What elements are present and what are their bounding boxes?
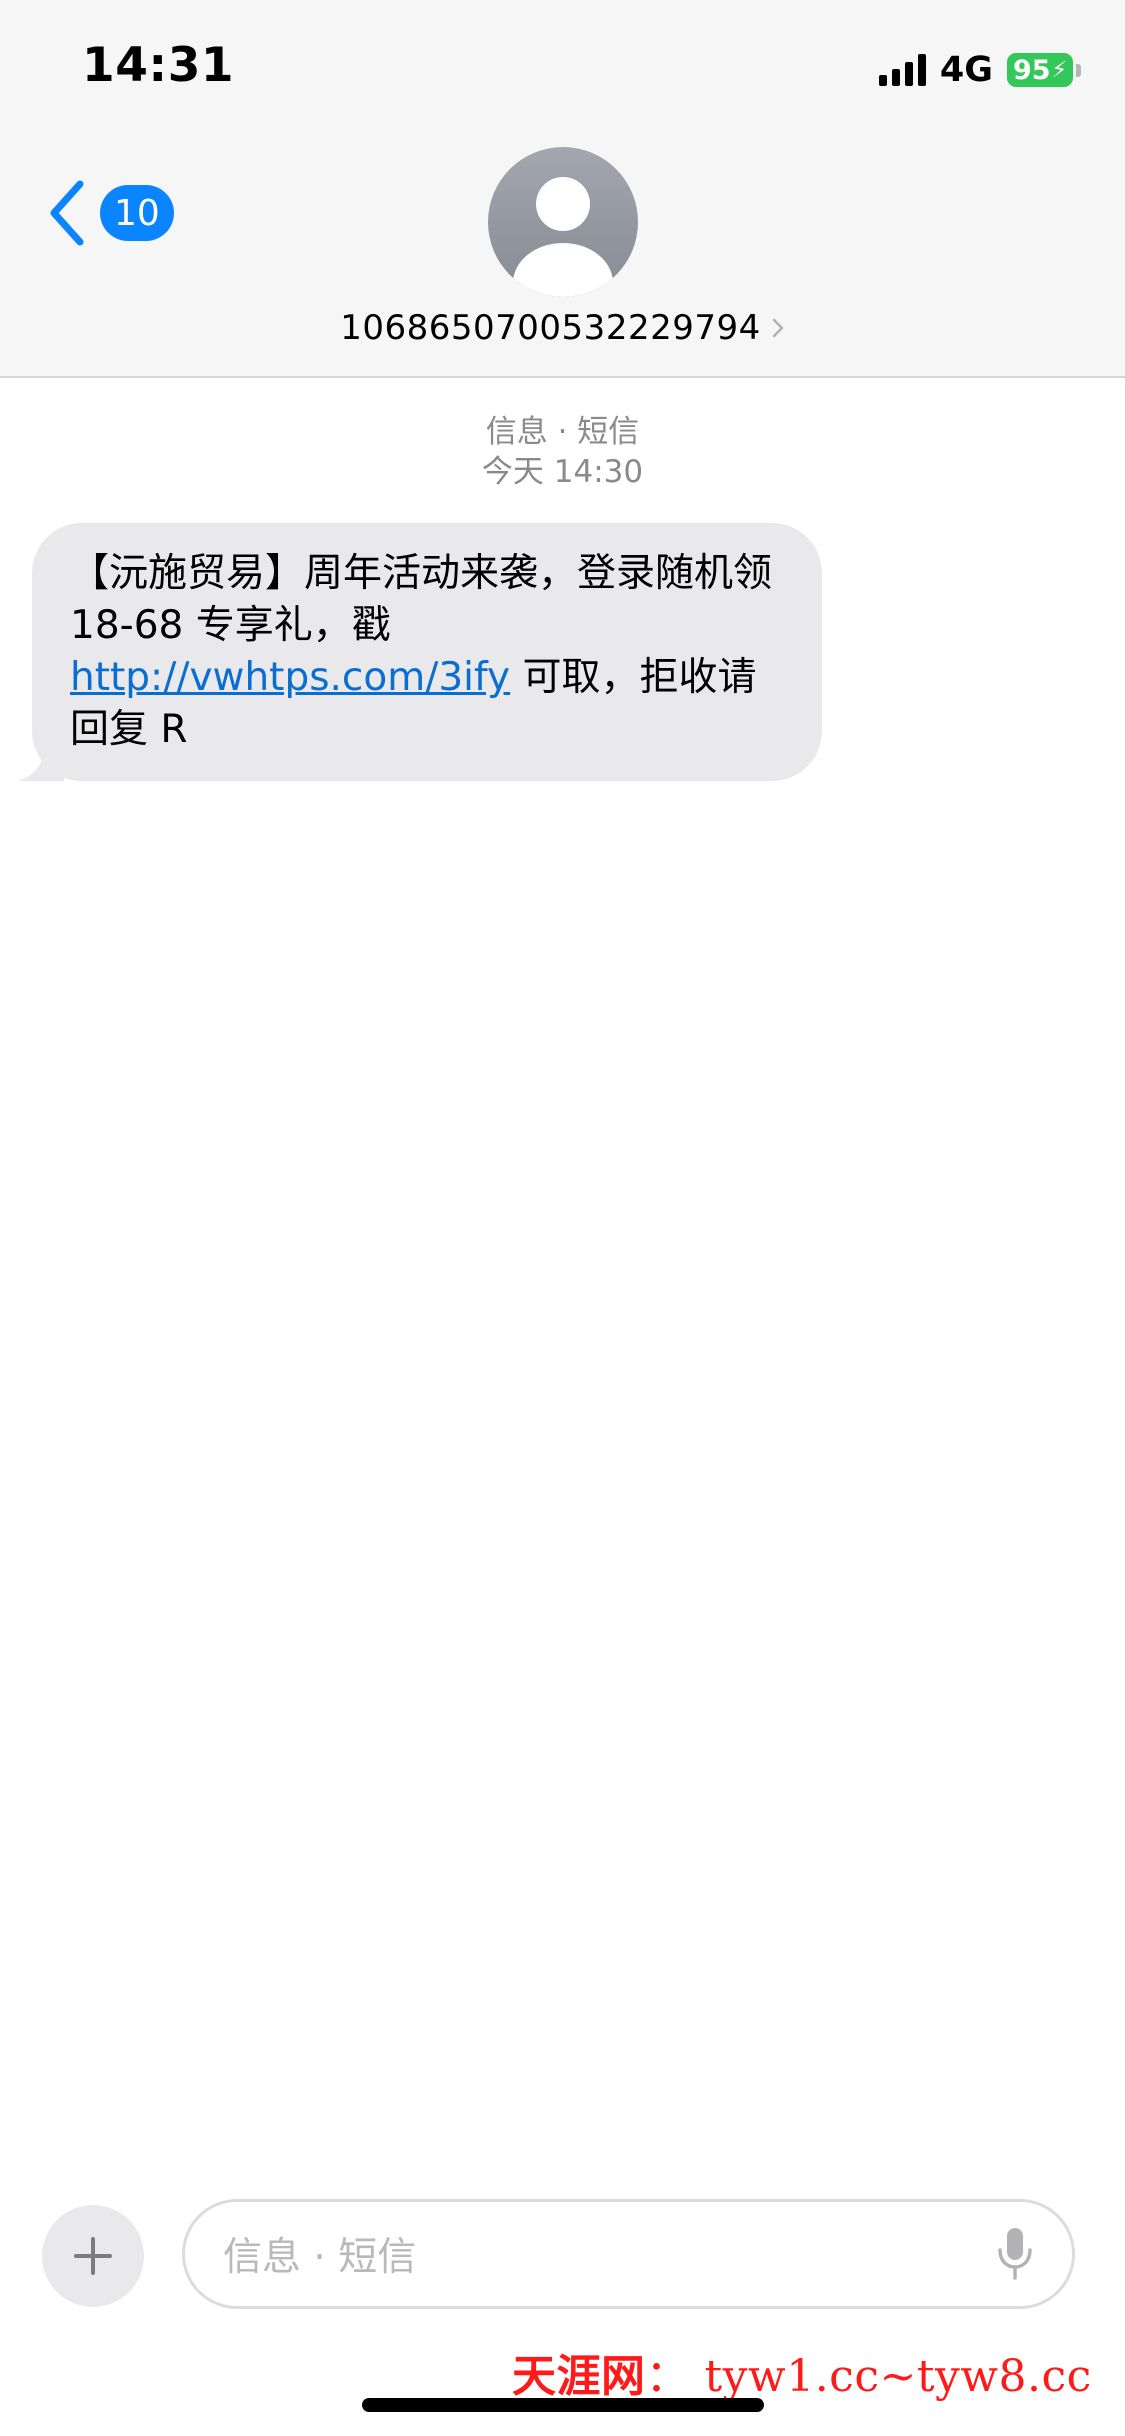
message-timestamp: 今天 14:30 (481, 454, 644, 490)
watermark-name: 天涯网 (512, 2351, 646, 2402)
microphone-icon[interactable] (996, 2226, 1034, 2282)
watermark-separator: ： (645, 2351, 690, 2402)
message-meta: 信息 · 短信 今天 14:30 (0, 412, 1125, 492)
message-service-label: 信息 · 短信 (485, 414, 640, 450)
add-attachment-button[interactable] (42, 2205, 144, 2307)
status-time: 14:31 (82, 38, 235, 93)
message-bubble[interactable]: 【沅施贸易】周年活动来袭，登录随机领 18-68 专享礼，戳 http://vw… (32, 523, 822, 781)
signal-icon (878, 54, 926, 86)
message-link[interactable]: http://vwhtps.com/3ify (70, 655, 510, 700)
plus-icon[interactable] (73, 2236, 113, 2276)
unread-badge[interactable]: 10 (100, 185, 174, 241)
header: 14:31 4G 95 ⚡ 10 1068650700532229794 (0, 0, 1125, 378)
message-input-placeholder[interactable]: 信息 · 短信 (223, 2226, 996, 2282)
message-input[interactable]: 信息 · 短信 (182, 2199, 1075, 2309)
battery-level: 95 (1012, 54, 1051, 86)
status-indicators: 4G 95 ⚡ (878, 50, 1081, 90)
person-icon[interactable] (488, 147, 638, 297)
chevron-left-icon[interactable] (44, 178, 94, 248)
battery-icon: 95 ⚡ (1007, 53, 1073, 87)
chevron-right-icon[interactable] (771, 317, 785, 339)
message-bubble-container: 【沅施贸易】周年活动来袭，登录随机领 18-68 专享礼，戳 http://vw… (18, 523, 822, 781)
charging-bolt-icon: ⚡ (1051, 57, 1068, 83)
back-button[interactable]: 10 (44, 178, 174, 248)
contact-details-button[interactable]: 1068650700532229794 (0, 308, 1125, 348)
watermark: 天涯网： tyw1.cc~tyw8.cc (512, 2340, 1092, 2404)
network-type: 4G (939, 50, 993, 90)
message-text-start: 【沅施贸易】周年活动来袭，登录随机领 18-68 专享礼，戳 (70, 551, 773, 648)
battery-cap (1076, 63, 1081, 77)
watermark-urls: tyw1.cc~tyw8.cc (704, 2351, 1092, 2402)
home-indicator[interactable] (362, 2398, 764, 2412)
contact-number[interactable]: 1068650700532229794 (340, 308, 761, 348)
